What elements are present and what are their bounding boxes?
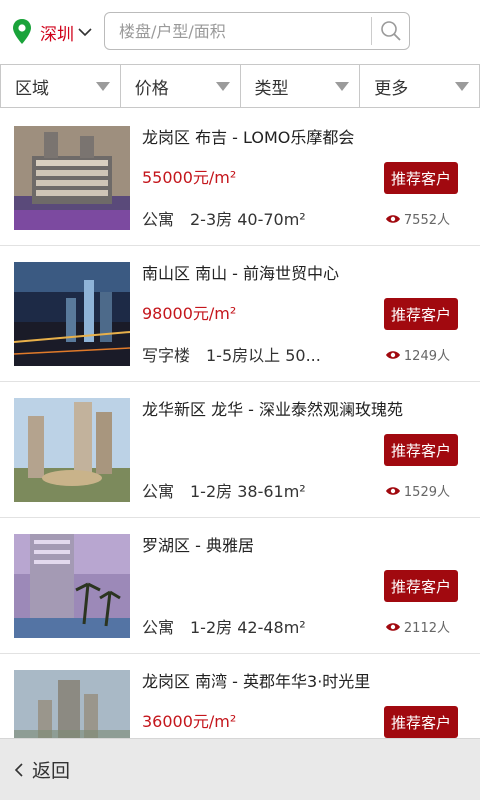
list-item[interactable]: 龙华新区 龙华 - 深业泰然观澜玫瑰苑 公寓 1-2房 38-61m² 推荐客户… [0,382,480,518]
eye-icon [385,214,400,223]
view-count-text: 7552人 [403,213,450,228]
back-button[interactable]: 返回 [0,738,480,800]
back-label: 返回 [32,760,71,782]
property-list: 龙岗区 布吉 - LOMO乐摩都会 55000元/m² 公寓 2-3房 40-7… [0,110,480,738]
top-header: 深圳 [0,0,480,64]
filter-label: 更多 [374,78,409,99]
filter-label: 价格 [134,78,169,99]
view-count-text: 2112人 [403,621,450,636]
property-image [14,262,130,366]
filter-label: 类型 [254,78,289,99]
filter-district[interactable]: 区域 [0,65,121,107]
property-price: 36000元/m² [142,712,237,731]
filter-bar: 区域 价格 类型 更多 [0,64,480,108]
chevron-down-icon [78,28,92,37]
list-item[interactable]: 罗湖区 - 典雅居 公寓 1-2房 42-48m² 推荐客户 2112人 [0,518,480,654]
filter-label: 区域 [15,78,49,99]
property-price: 55000元/m² [142,168,237,187]
property-image [14,398,130,502]
property-title: 龙岗区 布吉 - LOMO乐摩都会 [142,128,355,147]
property-title: 南山区 南山 - 前海世贸中心 [142,264,340,283]
property-image [14,126,130,230]
recommend-button[interactable]: 推荐客户 [384,434,458,466]
eye-icon [385,622,400,631]
city-name: 深圳 [40,24,74,45]
view-count: 7552人 [385,209,450,228]
search-button[interactable] [373,13,409,49]
dropdown-triangle-icon [215,82,230,91]
search-box [104,12,410,50]
view-count-text: 1529人 [403,485,450,500]
property-title: 罗湖区 - 典雅居 [142,536,254,555]
property-meta: 公寓 2-3房 40-70m² [142,210,306,229]
search-divider [371,17,372,45]
view-count: 1529人 [385,481,450,500]
property-title: 龙岗区 南湾 - 英郡年华3·时光里 [142,672,371,691]
dropdown-triangle-icon [95,82,110,91]
view-count-text: 1249人 [403,349,450,364]
search-input[interactable] [105,13,369,49]
recommend-button[interactable]: 推荐客户 [384,298,458,330]
property-image [14,670,130,738]
filter-type[interactable]: 类型 [241,65,361,107]
dropdown-triangle-icon [335,82,350,91]
eye-icon [385,350,400,359]
list-item[interactable]: 龙岗区 布吉 - LOMO乐摩都会 55000元/m² 公寓 2-3房 40-7… [0,110,480,246]
list-item[interactable]: 龙岗区 南湾 - 英郡年华3·时光里 36000元/m² 推荐客户 [0,654,480,738]
filter-price[interactable]: 价格 [121,65,241,107]
recommend-button[interactable]: 推荐客户 [384,570,458,602]
filter-more[interactable]: 更多 [360,65,480,107]
eye-icon [385,486,400,495]
view-count: 2112人 [385,617,450,636]
location-pin-icon [13,19,31,44]
search-icon [381,21,401,41]
property-meta: 公寓 1-2房 42-48m² [142,618,306,637]
property-image [14,534,130,638]
dropdown-triangle-icon [455,82,469,91]
property-meta: 写字楼 1-5房以上 50... [142,346,321,365]
back-chevron-icon [14,762,23,777]
recommend-button[interactable]: 推荐客户 [384,706,458,738]
recommend-button[interactable]: 推荐客户 [384,162,458,194]
view-count: 1249人 [385,345,450,364]
list-item[interactable]: 南山区 南山 - 前海世贸中心 98000元/m² 写字楼 1-5房以上 50.… [0,246,480,382]
property-price: 98000元/m² [142,304,237,323]
city-selector[interactable]: 深圳 [12,16,92,48]
property-title: 龙华新区 龙华 - 深业泰然观澜玫瑰苑 [142,400,404,419]
property-meta: 公寓 1-2房 38-61m² [142,482,306,501]
